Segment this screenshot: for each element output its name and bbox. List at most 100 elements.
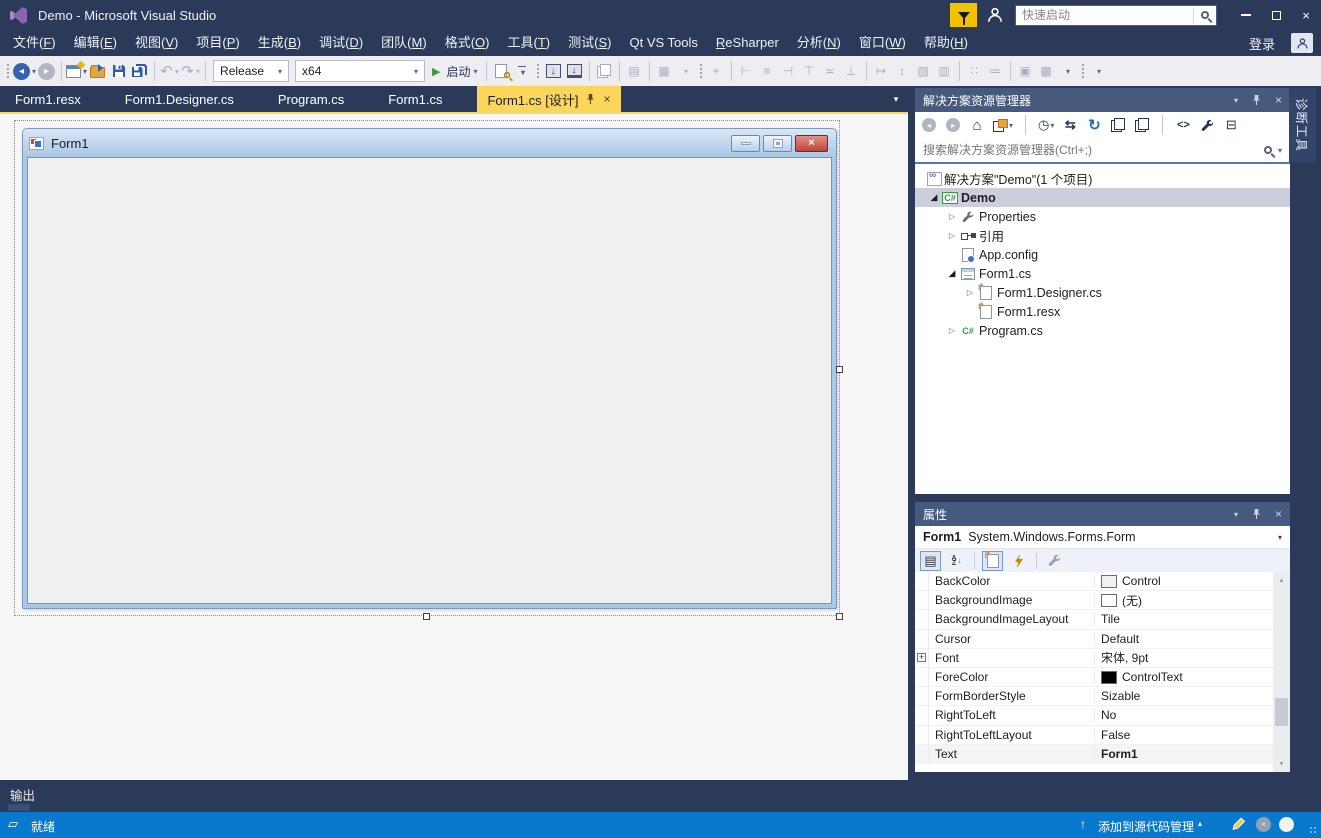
toolbar-grip[interactable]	[1081, 63, 1085, 80]
form-close-button[interactable]: ×	[795, 135, 828, 152]
design-form-titlebar[interactable]: Form1 ×	[23, 129, 836, 157]
categorized-button[interactable]: ▤	[920, 551, 941, 571]
property-row-font[interactable]: + Font 宋体, 9pt	[915, 649, 1273, 668]
dropdown-icon[interactable]: ▾	[1278, 533, 1282, 542]
align-tops-button[interactable]: ⊤	[799, 59, 820, 83]
source-control-menu-icon[interactable]: ▴	[1198, 819, 1202, 828]
tab-form1-resx[interactable]: Form1.resx	[6, 86, 90, 112]
build-selection-button[interactable]: ↓	[564, 59, 585, 83]
resize-handle-bottom[interactable]	[423, 613, 430, 620]
menu-team[interactable]: 团队(M)	[372, 30, 436, 56]
close-panel-icon[interactable]: ×	[1275, 93, 1282, 107]
sync-status-icon[interactable]: ×	[1256, 817, 1271, 832]
tree-item-solution[interactable]: ∞ 解决方案"Demo"(1 个项目)	[915, 169, 1290, 188]
dropdown-icon[interactable]: ▾	[684, 67, 688, 76]
search-options-dropdown-icon[interactable]: ▾	[1278, 146, 1282, 155]
property-row-righttoleftlayout[interactable]: RightToLeftLayout False	[915, 726, 1273, 745]
expander-expanded-icon[interactable]: ◢	[927, 192, 941, 203]
attach-to-process-button[interactable]	[594, 59, 615, 83]
form-client-area[interactable]	[27, 157, 832, 604]
property-row-backcolor[interactable]: BackColor Control	[915, 572, 1273, 591]
close-button[interactable]: ×	[1291, 0, 1321, 30]
events-button[interactable]	[1008, 551, 1029, 571]
feedback-icon[interactable]	[950, 3, 977, 27]
expander-collapsed-icon[interactable]: ▷	[945, 231, 959, 240]
status-avatar-icon[interactable]	[1279, 817, 1294, 832]
resize-grip[interactable]	[1309, 826, 1318, 835]
show-all-files-button[interactable]	[1134, 118, 1150, 132]
background-tasks-icon[interactable]: ▱	[8, 816, 18, 832]
solution-platform-combo[interactable]: x64▾	[295, 60, 425, 82]
toolbar-grip[interactable]	[6, 63, 10, 80]
scroll-down-icon[interactable]: ▴	[1273, 757, 1290, 772]
sync-with-active-document-button[interactable]: ⇆	[1062, 117, 1078, 133]
tree-item-form1-resx[interactable]: ↱ Form1.resx	[915, 302, 1290, 321]
scroll-up-icon[interactable]: ▴	[1273, 572, 1290, 587]
send-to-back-button[interactable]: ▩	[1036, 59, 1057, 83]
minimize-button[interactable]	[1231, 0, 1261, 30]
scrollbar-thumb[interactable]	[1275, 698, 1288, 726]
quick-launch-box[interactable]	[1015, 5, 1217, 26]
menu-file[interactable]: 文件(F)	[4, 30, 65, 56]
tab-program-cs[interactable]: Program.cs	[269, 86, 353, 112]
tab-form1-designer-cs[interactable]: Form1.Designer.cs	[116, 86, 243, 112]
toolbar-overflow-button[interactable]: ▾	[512, 59, 533, 83]
menu-resharper[interactable]: ReSharper	[707, 30, 788, 56]
pin-icon[interactable]	[1252, 94, 1261, 106]
window-position-dropdown-icon[interactable]: ▾	[1234, 510, 1238, 519]
build-solution-button[interactable]: ↓	[543, 59, 564, 83]
window-position-dropdown-icon[interactable]: ▾	[1234, 96, 1238, 105]
tree-item-properties[interactable]: ▷ Properties	[915, 207, 1290, 226]
property-row-formborderstyle[interactable]: FormBorderStyle Sizable	[915, 687, 1273, 706]
switch-views-button[interactable]: ▾	[993, 119, 1013, 132]
view-code-button[interactable]: <>	[1175, 119, 1191, 131]
solution-configuration-combo[interactable]: Release▾	[213, 60, 289, 82]
menu-build[interactable]: 生成(B)	[249, 30, 310, 56]
open-file-button[interactable]	[87, 59, 108, 83]
alphabetical-sort-button[interactable]: AZ↓	[946, 551, 967, 571]
quick-launch-input[interactable]	[1016, 8, 1193, 22]
property-row-text[interactable]: Text Form1	[915, 745, 1273, 764]
tree-item-project-demo[interactable]: ◢ C# Demo	[915, 188, 1290, 207]
toolbar-grip[interactable]	[699, 63, 703, 80]
tab-form1-cs[interactable]: Form1.cs	[379, 86, 451, 112]
save-all-button[interactable]	[129, 59, 150, 83]
close-panel-icon[interactable]: ×	[1275, 507, 1282, 521]
menu-help[interactable]: 帮助(H)	[915, 30, 977, 56]
show-grid-button[interactable]: ▤	[624, 59, 645, 83]
undo-button[interactable]: ↶▾	[159, 59, 180, 83]
bring-to-front-button[interactable]: ▣	[1015, 59, 1036, 83]
selected-object-combo[interactable]: Form1 System.Windows.Forms.Form ▾	[915, 526, 1290, 548]
tab-diagnostic-tools[interactable]: 诊断工具	[1289, 88, 1316, 162]
designer-surface[interactable]: Form1 ×	[0, 114, 908, 780]
expander-collapsed-icon[interactable]: ▷	[945, 212, 959, 221]
property-row-cursor[interactable]: Cursor Default	[915, 630, 1273, 649]
navigate-back-button[interactable]: ◂▾	[13, 59, 36, 83]
send-feedback-person-icon[interactable]	[986, 6, 1004, 24]
expander-collapsed-icon[interactable]: ▷	[945, 326, 959, 335]
menu-qt-vs-tools[interactable]: Qt VS Tools	[621, 30, 707, 56]
align-centers-button[interactable]: ≡	[757, 59, 778, 83]
properties-view-button[interactable]: ↱	[982, 551, 1003, 571]
resize-handle-right[interactable]	[836, 366, 843, 373]
tree-item-references[interactable]: ▷ 引用	[915, 226, 1290, 245]
tree-item-program-cs[interactable]: ▷ C# Program.cs	[915, 321, 1290, 340]
align-lefts-button[interactable]: ⊢	[736, 59, 757, 83]
se-forward-button[interactable]: ▸	[945, 118, 961, 132]
menu-window[interactable]: 窗口(W)	[850, 30, 915, 56]
se-back-button[interactable]: ◂	[921, 118, 937, 132]
menu-test[interactable]: 测试(S)	[559, 30, 620, 56]
tab-output[interactable]: 输出	[10, 785, 35, 804]
align-middles-button[interactable]: ≍	[820, 59, 841, 83]
property-row-forecolor[interactable]: ForeColor ControlText	[915, 668, 1273, 687]
navigate-forward-button[interactable]: ▸	[36, 59, 57, 83]
properties-header[interactable]: 属性 ▾ ×	[915, 502, 1290, 526]
properties-scrollbar[interactable]: ▴ ▴	[1273, 572, 1290, 772]
form-minimize-button[interactable]	[731, 135, 760, 152]
resize-handle-corner[interactable]	[836, 613, 843, 620]
property-pages-button[interactable]	[1044, 551, 1065, 571]
maximize-button[interactable]	[1261, 0, 1291, 30]
properties-button[interactable]	[1199, 119, 1215, 132]
nest-related-files-button[interactable]	[1110, 118, 1126, 132]
align-rights-button[interactable]: ⊣	[778, 59, 799, 83]
